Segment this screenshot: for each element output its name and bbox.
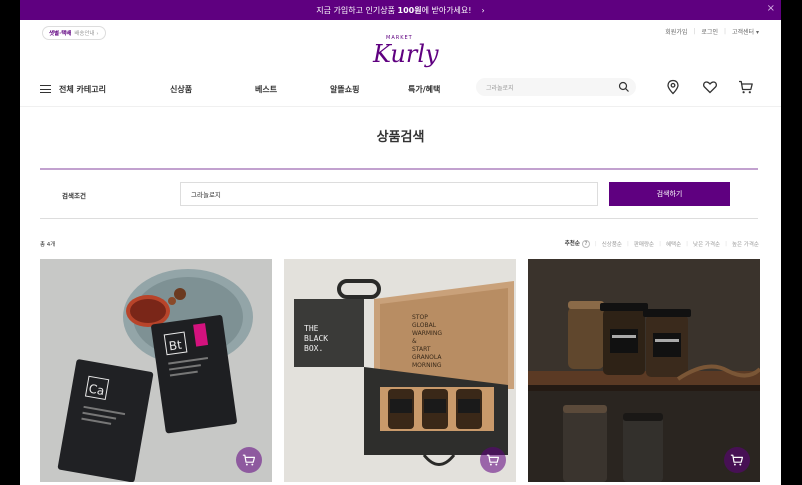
product-image-3[interactable] (528, 259, 760, 482)
help-icon[interactable]: ? (581, 240, 590, 248)
signup-promo-banner[interactable]: 지금 가입하고 인기상품 100원에 받아가세요! › × (20, 0, 781, 20)
sort-options: 추천순? | 신상품순 | 판매량순 | 혜택순 | 낮은 가격순 | 높은 가… (564, 239, 759, 248)
svg-text:Bt: Bt (168, 338, 183, 354)
header-search-input[interactable]: 그라놀로지 (476, 78, 636, 96)
svg-text:Ca: Ca (88, 382, 106, 399)
hamburger-icon (40, 85, 51, 93)
svg-text:THE: THE (304, 324, 319, 333)
nav-new-products[interactable]: 신상품 (170, 84, 192, 95)
sort-newest[interactable]: 신상품순 (602, 240, 622, 248)
search-condition-bottom-border (40, 218, 758, 219)
sort-recommended[interactable]: 추천순? (565, 239, 590, 248)
login-link[interactable]: 로그인 (701, 27, 718, 36)
page-title: 상품검색 (376, 130, 425, 145)
delivery-info-badge[interactable]: 샛별·택배 배송안내 › (42, 26, 106, 40)
nav-special-deals[interactable]: 특가/혜택 (408, 84, 440, 95)
header: 샛별·택배 배송안내 › 회원가입 | 로그인 | 고객센터 ▾ MARKET … (20, 20, 781, 78)
svg-text:MORNING: MORNING (412, 362, 442, 369)
location-icon[interactable] (665, 79, 681, 95)
sort-sales[interactable]: 판매량순 (634, 240, 654, 248)
cart-icon (730, 454, 744, 466)
svg-text:START: START (412, 346, 431, 353)
sort-price-high[interactable]: 높은 가격순 (732, 240, 759, 248)
product-card-1[interactable]: Bt Ca (40, 259, 272, 482)
svg-text:STOP: STOP (412, 314, 428, 321)
main-nav: 전체 카테고리 신상품 베스트 알뜰쇼핑 특가/혜택 그라놀로지 (20, 78, 781, 100)
kurly-page: 지금 가입하고 인기상품 100원에 받아가세요! › × 샛별·택배 배송안내… (20, 0, 781, 485)
sort-price-low[interactable]: 낮은 가격순 (693, 240, 720, 248)
search-condition-label: 검색조건 (62, 192, 86, 200)
product-image-1[interactable]: Bt Ca (40, 259, 272, 482)
svg-text:GLOBAL: GLOBAL (412, 322, 437, 329)
svg-text:BOX.: BOX. (304, 344, 323, 353)
cart-icon (242, 454, 256, 466)
add-to-cart-button-3[interactable] (724, 447, 750, 473)
heart-icon[interactable] (702, 79, 718, 95)
search-icon[interactable] (618, 81, 630, 93)
product-card-2[interactable]: THE BLACK BOX. STOP GLOBAL WARMING & STA… (284, 259, 516, 482)
banner-text[interactable]: 지금 가입하고 인기상품 100원에 받아가세요! (316, 5, 471, 16)
header-divider (20, 106, 781, 107)
svg-text:WARMING: WARMING (412, 330, 442, 337)
search-condition-top-border (40, 168, 758, 170)
result-count: 총 4개 (40, 242, 56, 248)
user-menu: 회원가입 | 로그인 | 고객센터 ▾ (665, 27, 759, 36)
add-to-cart-button-1[interactable] (236, 447, 262, 473)
nav-best[interactable]: 베스트 (255, 84, 277, 95)
add-to-cart-button-2[interactable] (480, 447, 506, 473)
all-categories-menu[interactable]: 전체 카테고리 (40, 84, 106, 95)
nav-bargain[interactable]: 알뜰쇼핑 (330, 84, 359, 95)
customer-center-link[interactable]: 고객센터 ▾ (732, 27, 759, 36)
svg-text:&: & (412, 338, 417, 345)
banner-arrow-icon: › (481, 5, 485, 15)
product-card-3[interactable] (528, 259, 760, 482)
cart-icon (486, 454, 500, 466)
cart-icon[interactable] (738, 79, 754, 95)
product-image-2[interactable]: THE BLACK BOX. STOP GLOBAL WARMING & STA… (284, 259, 516, 482)
search-button[interactable]: 검색하기 (609, 182, 730, 206)
signup-link[interactable]: 회원가입 (665, 27, 687, 36)
search-condition-input[interactable] (180, 182, 598, 206)
svg-text:GRANOLA: GRANOLA (412, 354, 442, 361)
banner-close-icon[interactable]: × (767, 3, 775, 14)
kurly-logo[interactable]: MARKET Kurly (365, 33, 440, 73)
sort-benefit[interactable]: 혜택순 (666, 240, 681, 248)
svg-text:BLACK: BLACK (304, 334, 328, 343)
